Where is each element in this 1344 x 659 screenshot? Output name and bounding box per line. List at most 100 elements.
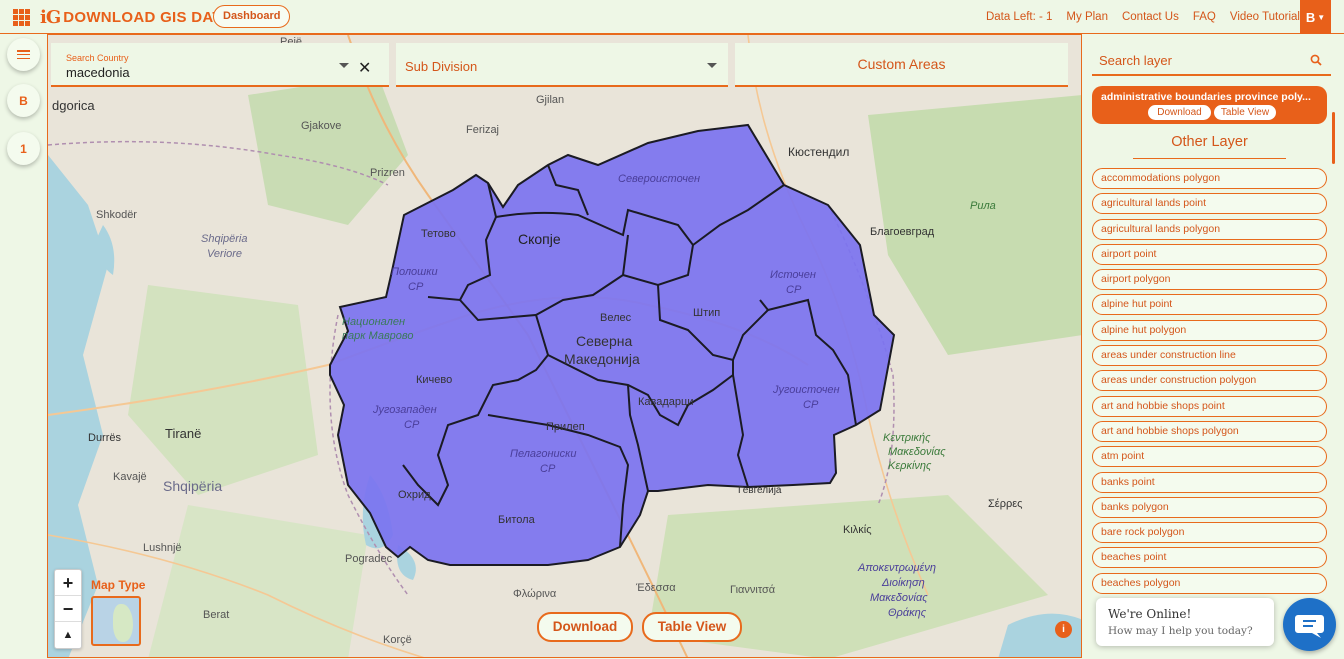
map-label: Κερκίνης [888,460,932,472]
map-table-view-button[interactable]: Table View [642,612,742,642]
map-label: Μακεδονίας [888,446,946,458]
map-label: Скопје [518,231,561,247]
dashboard-button[interactable]: Dashboard [213,5,291,28]
layer-item[interactable]: art and hobbie shops point [1092,395,1327,417]
layer-item[interactable]: banks point [1092,471,1327,493]
counter-badge-button[interactable]: 1 [7,132,40,165]
layer-item[interactable]: art and hobbie shops polygon [1092,420,1327,442]
map-base-svg: Pejë Gjilan Gjakove Ferizaj Кюстендил dg… [48,35,1081,657]
logo-text: DOWNLOAD GIS DATA [63,8,232,26]
active-layer-download-button[interactable]: Download [1148,105,1211,120]
zoom-in-button[interactable]: + [55,570,81,596]
map-label: Национален [342,316,405,328]
layer-item[interactable]: beaches polygon [1092,572,1327,594]
map-label: парк Маврово [342,330,414,342]
site-logo[interactable]: iG DOWNLOAD GIS DATA [40,6,232,28]
zoom-out-button[interactable]: − [55,596,81,622]
layer-item[interactable]: alpine hut point [1092,294,1327,316]
map-label: Кюстендил [788,145,849,159]
map-label: Tiranë [165,426,201,441]
clear-icon[interactable]: ✕ [358,58,371,78]
map-label: Shkodër [96,209,137,221]
map-label: Shqipëria [201,233,247,245]
chat-subtitle: How may I help you today? [1108,625,1253,637]
active-layer-title: administrative boundaries province poly.… [1101,91,1311,103]
map-label: Gjakove [301,120,341,132]
logo-mark: iG [40,6,61,28]
chat-icon [1295,615,1324,638]
country-field-label: Search Country [66,53,129,63]
map-label: Kavajë [113,471,147,483]
layer-item[interactable]: bare rock polygon [1092,522,1327,544]
layer-item[interactable]: accommodations polygon [1092,168,1327,189]
country-search-field[interactable]: Search Country macedonia ✕ [51,43,389,87]
other-layer-heading: Other Layer [1133,134,1286,159]
map-label: Рила [970,200,996,212]
map-label: Lushnjë [143,542,182,554]
map-label: Σέρρες [988,498,1022,510]
chat-launcher-button[interactable] [1283,598,1336,651]
map-label: Пелагониски [510,448,576,460]
user-avatar-button[interactable]: B [7,84,40,117]
map-label: Прилеп [546,421,585,433]
layer-item[interactable]: areas under construction polygon [1092,370,1327,392]
map-label: СР [408,281,424,293]
map-type-label: Map Type [91,578,146,592]
map-label: Prizren [370,167,405,179]
my-plan-link[interactable]: My Plan [1066,11,1108,23]
map-label: СР [803,399,819,411]
map-label: Berat [203,609,229,621]
dropdown-arrow-icon[interactable] [707,63,717,68]
layer-item[interactable]: alpine hut polygon [1092,319,1327,341]
map-label: Veriore [207,248,242,260]
map-download-button[interactable]: Download [537,612,633,642]
layer-item[interactable]: airport point [1092,243,1327,265]
country-field-value[interactable]: macedonia [66,65,130,80]
map-label: Διοίκηση [881,577,925,589]
map-type-toggle[interactable] [91,596,141,646]
active-layer-table-view-button[interactable]: Table View [1214,105,1276,120]
layer-item[interactable]: banks polygon [1092,496,1327,518]
top-header: iG DOWNLOAD GIS DATA Dashboard Data Left… [0,0,1344,34]
user-menu-button[interactable]: B ▼ [1300,0,1331,34]
map-label: Кавадарци [638,396,693,408]
map-label: Έδεσσα [635,582,676,594]
faq-link[interactable]: FAQ [1193,11,1216,23]
layer-item[interactable]: atm point [1092,446,1327,468]
chat-title: We're Online! [1108,607,1192,621]
layer-search-input[interactable]: Search layer [1092,46,1331,76]
map-label: Ferizaj [466,124,499,136]
panel-scrollbar[interactable] [1332,112,1335,164]
active-layer-card[interactable]: administrative boundaries province poly.… [1092,86,1327,124]
chat-greeting-bubble[interactable]: We're Online! How may I help you today? [1096,598,1274,646]
map-label: СР [786,284,802,296]
contact-us-link[interactable]: Contact Us [1122,11,1179,23]
search-icon[interactable] [1310,54,1322,66]
menu-button[interactable] [7,38,40,71]
layer-item[interactable]: agricultural lands point [1092,193,1327,215]
info-icon[interactable]: i [1055,621,1072,638]
layer-item[interactable]: areas under construction line [1092,345,1327,367]
dropdown-arrow-icon[interactable] [339,63,349,68]
layer-item[interactable]: airport polygon [1092,269,1327,291]
layer-list: accommodations polygon agricultural land… [1092,168,1327,598]
layer-item[interactable]: beaches point [1092,547,1327,569]
custom-areas-button[interactable]: Custom Areas [735,43,1068,87]
compass-north-icon[interactable]: ▲ [55,622,81,648]
map-label: Durrës [88,432,122,444]
map-label: Gjilan [536,94,564,106]
map-label: Κιλκίς [843,524,872,536]
map-canvas[interactable]: Pejë Gjilan Gjakove Ferizaj Кюстендил dg… [47,34,1082,658]
layer-item[interactable]: agricultural lands polygon [1092,218,1327,240]
map-label: Θράκης [888,607,927,619]
left-rail: B 1 [0,34,47,659]
video-tutorial-link[interactable]: Video Tutorial [1230,11,1300,23]
apps-grid-icon[interactable] [13,9,30,26]
caret-down-icon: ▼ [1317,12,1326,22]
subdivision-select[interactable]: Sub Division [396,43,728,87]
map-label: Југоисточен [772,384,840,396]
map-label: Охрид [398,489,431,501]
map-label: Источен [770,269,816,281]
layer-search-placeholder: Search layer [1099,53,1172,68]
map-label: Тетово [421,228,456,240]
